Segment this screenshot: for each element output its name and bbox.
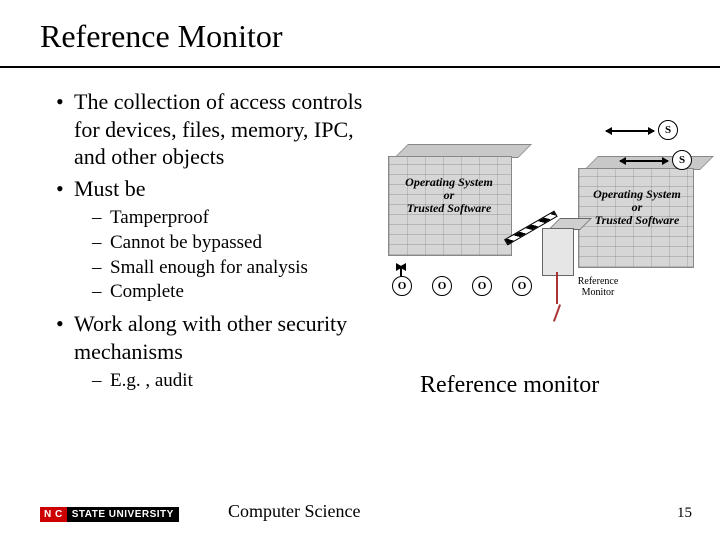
- wall-label: Operating System or Trusted Software: [582, 188, 692, 228]
- sub-bullet-item: – Complete: [92, 280, 376, 304]
- bullet-dash-icon: –: [92, 369, 110, 393]
- bullet-dash-icon: –: [92, 231, 110, 255]
- ncsu-logo: N C STATE UNIVERSITY: [40, 507, 179, 522]
- bullet-list: • The collection of access controls for …: [56, 88, 376, 399]
- sub-bullet-text: E.g. , audit: [110, 369, 193, 393]
- object-node: O: [512, 276, 532, 296]
- bullet-dot-icon: •: [56, 88, 74, 171]
- arrow-icon: [620, 160, 668, 162]
- sub-bullet-item: – Tamperproof: [92, 206, 376, 230]
- sub-bullet-text: Small enough for analysis: [110, 256, 308, 280]
- bullet-dot-icon: •: [56, 310, 74, 365]
- logo-red: N C: [40, 507, 67, 522]
- arrow-icon: [606, 130, 654, 132]
- arrow-icon: [400, 266, 402, 276]
- sub-bullet-text: Complete: [110, 280, 184, 304]
- logo-black: STATE UNIVERSITY: [67, 507, 179, 522]
- node-label: S: [665, 124, 671, 136]
- rm-mini-label-line: Reference: [568, 276, 628, 287]
- figure-caption: Reference monitor: [420, 372, 599, 399]
- object-node: O: [472, 276, 492, 296]
- wall-label: Operating System or Trusted Software: [394, 176, 504, 216]
- diagram: Operating System or Trusted Software Ope…: [388, 120, 698, 320]
- object-node: O: [432, 276, 452, 296]
- pointer-line-icon: [553, 304, 561, 322]
- sub-bullet-item: – E.g. , audit: [92, 369, 376, 393]
- sub-bullet-list: – E.g. , audit: [92, 369, 376, 393]
- object-node: O: [392, 276, 412, 296]
- bullet-dash-icon: –: [92, 206, 110, 230]
- bullet-dot-icon: •: [56, 175, 74, 203]
- node-label: O: [478, 280, 487, 292]
- subject-node: S: [658, 120, 678, 140]
- subject-node: S: [672, 150, 692, 170]
- bullet-dash-icon: –: [92, 256, 110, 280]
- sub-bullet-text: Tamperproof: [110, 206, 209, 230]
- sub-bullet-item: – Small enough for analysis: [92, 256, 376, 280]
- node-label: O: [518, 280, 527, 292]
- rm-mini-label-line: Monitor: [568, 287, 628, 298]
- sub-bullet-text: Cannot be bypassed: [110, 231, 262, 255]
- bullet-text: Work along with other security mechanism…: [74, 310, 376, 365]
- node-label: S: [679, 154, 685, 166]
- slide-title: Reference Monitor: [40, 18, 283, 55]
- sub-bullet-list: – Tamperproof – Cannot be bypassed – Sma…: [92, 206, 376, 304]
- bullet-dash-icon: –: [92, 280, 110, 304]
- bullet-text: Must be: [74, 175, 146, 203]
- sub-bullet-item: – Cannot be bypassed: [92, 231, 376, 255]
- title-rule: [0, 66, 720, 68]
- slide: Reference Monitor • The collection of ac…: [0, 0, 720, 540]
- wall-label-line: Trusted Software: [394, 202, 504, 215]
- node-label: O: [398, 280, 407, 292]
- bullet-text: The collection of access controls for de…: [74, 88, 376, 171]
- wall-label-line: Trusted Software: [582, 214, 692, 227]
- department-label: Computer Science: [228, 501, 360, 522]
- pointer-line-icon: [556, 272, 558, 304]
- page-number: 15: [677, 505, 692, 522]
- bullet-item: • The collection of access controls for …: [56, 88, 376, 171]
- monitor-box-icon: [542, 228, 574, 276]
- footer: N C STATE UNIVERSITY Computer Science 15: [0, 500, 720, 522]
- node-label: O: [438, 280, 447, 292]
- bullet-item: • Work along with other security mechani…: [56, 310, 376, 365]
- bullet-item: • Must be: [56, 175, 376, 203]
- rm-mini-label: Reference Monitor: [568, 276, 628, 298]
